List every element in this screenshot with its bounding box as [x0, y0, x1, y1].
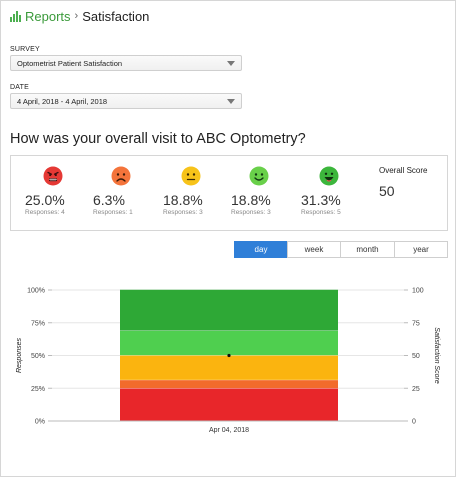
- overall-score-value: 50: [379, 183, 395, 199]
- breadcrumb-reports-link[interactable]: Reports: [25, 9, 71, 24]
- score-item: 18.8% Responses: 3: [229, 166, 289, 216]
- score-percent: 18.8%: [163, 192, 203, 208]
- y2-tick-label: 75: [412, 320, 420, 327]
- satisfaction-score-point: [227, 353, 231, 358]
- angry-face-icon: [43, 166, 63, 186]
- y-tick-label: 75%: [31, 320, 45, 327]
- score-percent: 31.3%: [301, 192, 341, 208]
- chevron-down-icon: [227, 98, 235, 104]
- bar-segment: [120, 379, 338, 389]
- page-title: Satisfaction: [82, 8, 150, 24]
- y-tick-label: 0%: [35, 419, 45, 426]
- period-year-button[interactable]: year: [394, 241, 448, 258]
- score-summary-panel: 25.0% Responses: 4 6.3% Responses: 1 18.…: [10, 155, 448, 231]
- breadcrumb-separator: ›: [74, 10, 79, 22]
- score-item: 18.8% Responses: 3: [161, 166, 221, 216]
- y-tick-label: 25%: [31, 386, 45, 393]
- score-percent: 18.8%: [231, 192, 271, 208]
- satisfaction-chart: 0% 0 25% 25 50% 50 75% 75 100% 100 Apr 04, 2018 Res…: [16, 288, 440, 435]
- bar-segment: [120, 289, 338, 331]
- x-tick-label: Apr 04, 2018: [209, 427, 249, 434]
- chevron-down-icon: [227, 60, 235, 66]
- y-tick-label: 100%: [27, 288, 45, 295]
- breadcrumb: Reports › Satisfaction: [10, 8, 149, 24]
- y2-tick-label: 0: [412, 419, 416, 426]
- y-axis-title: Responses: [16, 337, 23, 373]
- question-title: How was your overall visit to ABC Optome…: [10, 131, 306, 147]
- y2-tick-label: 100: [412, 288, 424, 295]
- survey-label: SURVEY: [10, 46, 40, 53]
- y2-tick-label: 50: [412, 353, 420, 360]
- y2-tick-label: 25: [412, 386, 420, 393]
- score-item: 25.0% Responses: 4: [23, 166, 83, 216]
- score-percent: 25.0%: [25, 192, 65, 208]
- period-toggle: day week month year: [234, 241, 448, 258]
- bar-segment: [120, 388, 338, 421]
- date-label: DATE: [10, 84, 29, 91]
- y2-axis-title: Satisfaction Score: [433, 327, 440, 384]
- survey-select-value: Optometrist Patient Satisfaction: [17, 58, 123, 68]
- sad-face-icon: [111, 166, 131, 186]
- y-tick-label: 50%: [31, 353, 45, 360]
- happy-face-icon: [319, 166, 339, 186]
- bar-chart-icon: [10, 10, 21, 22]
- date-select[interactable]: 4 April, 2018 - 4 April, 2018: [10, 93, 242, 109]
- period-day-button[interactable]: day: [234, 241, 288, 258]
- neutral-face-icon: [181, 166, 201, 186]
- bar-segment: [120, 330, 338, 356]
- date-select-value: 4 April, 2018 - 4 April, 2018: [17, 96, 108, 106]
- score-responses: Responses: 3: [231, 209, 271, 216]
- period-month-button[interactable]: month: [340, 241, 395, 258]
- score-item: 6.3% Responses: 1: [91, 166, 151, 216]
- overall-score: Overall Score 50: [379, 166, 427, 199]
- overall-score-label: Overall Score: [379, 166, 428, 175]
- score-responses: Responses: 4: [25, 209, 65, 216]
- score-item: 31.3% Responses: 5: [299, 166, 359, 216]
- bar-segment: [120, 355, 338, 380]
- score-responses: Responses: 1: [93, 209, 133, 216]
- survey-select[interactable]: Optometrist Patient Satisfaction: [10, 55, 242, 71]
- score-percent: 6.3%: [93, 192, 125, 208]
- score-responses: Responses: 5: [301, 209, 341, 216]
- score-responses: Responses: 3: [163, 209, 203, 216]
- period-week-button[interactable]: week: [287, 241, 341, 258]
- smile-face-icon: [249, 166, 269, 186]
